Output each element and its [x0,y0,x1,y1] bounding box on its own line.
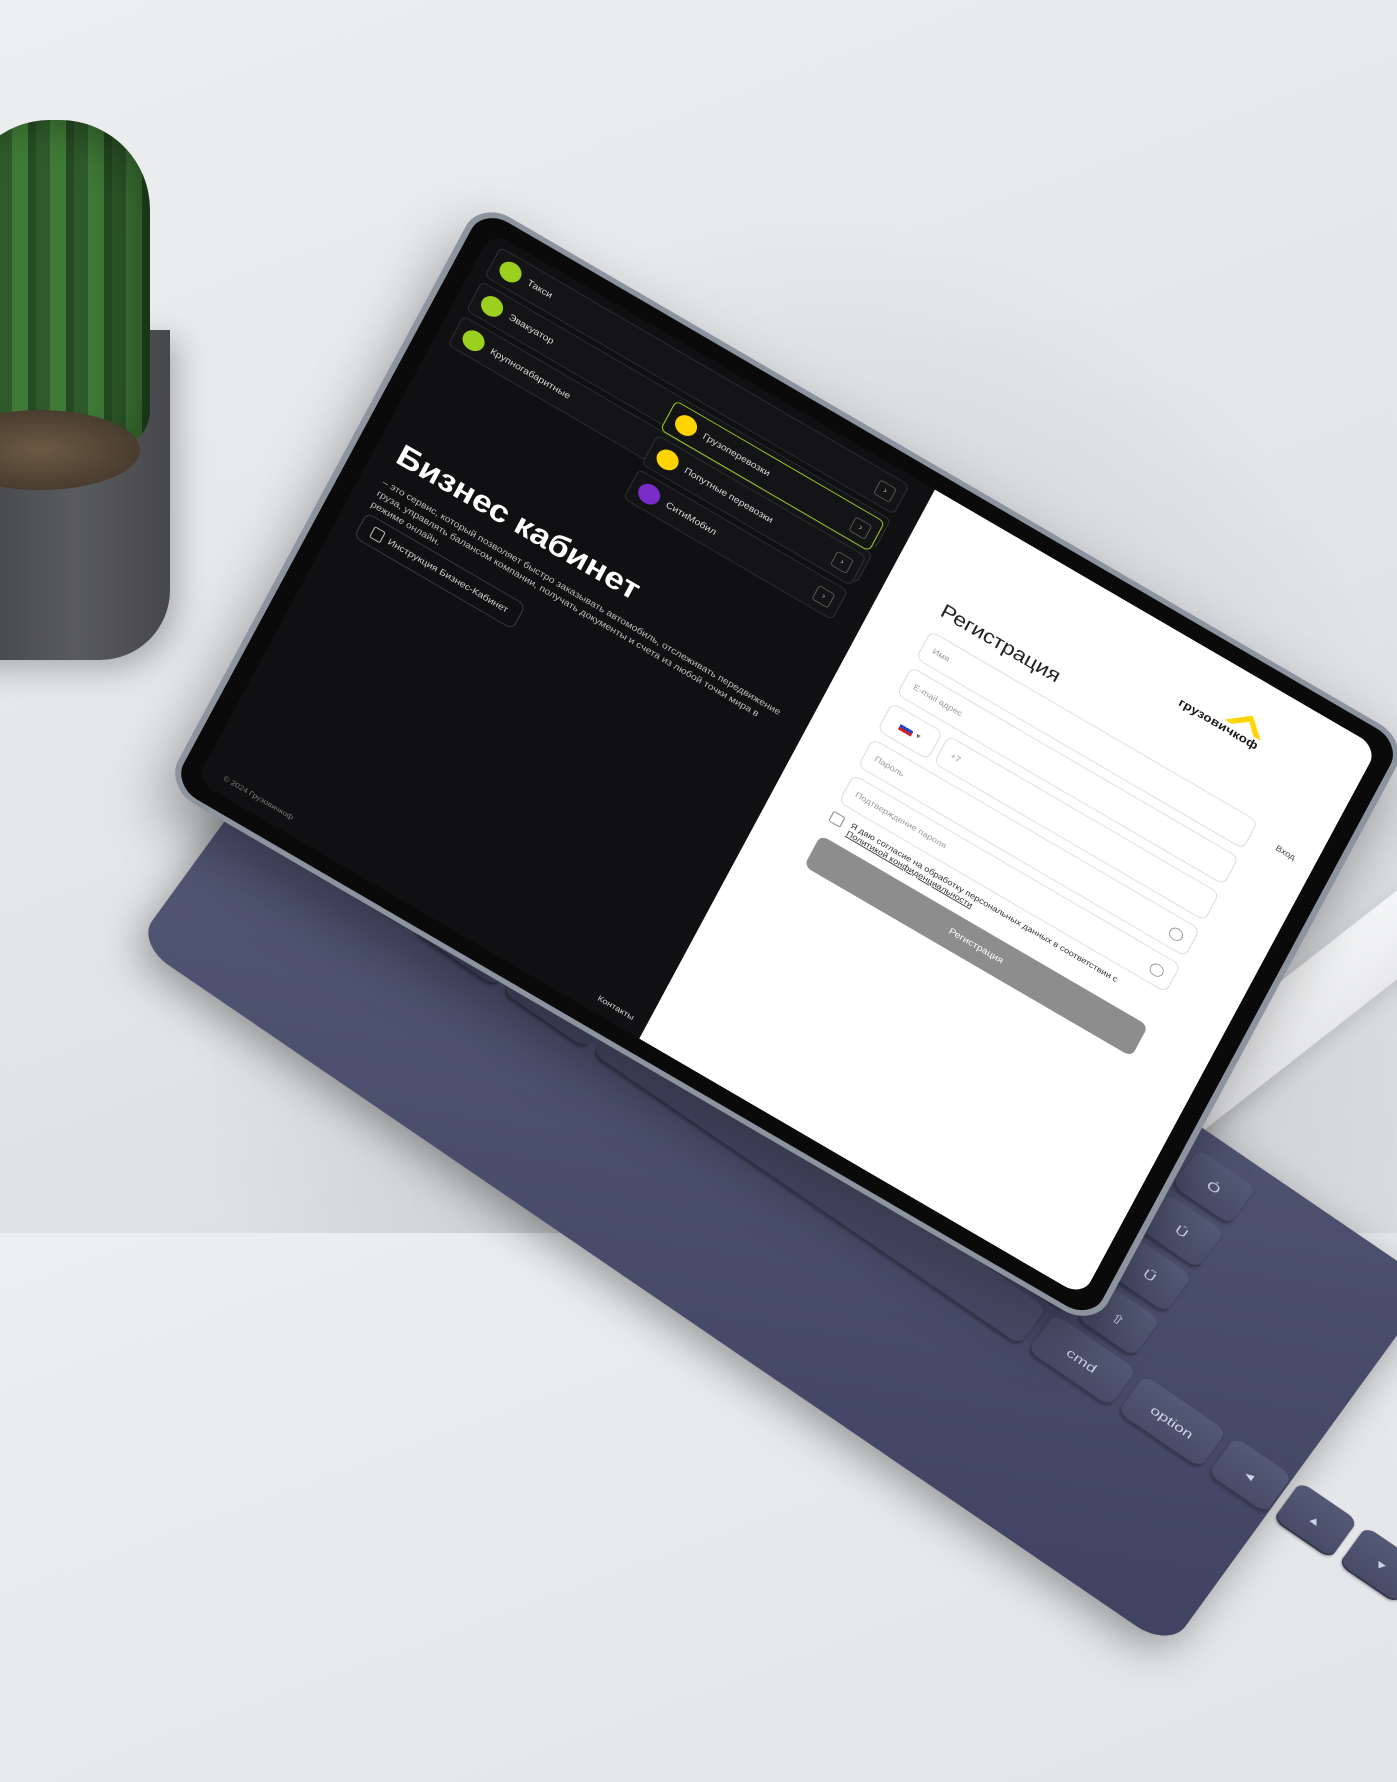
arrow-right-icon[interactable]: › [829,550,854,575]
cactus-plant [0,120,150,450]
brand-logo: грузовичкоф [1176,680,1269,753]
service-name: СитиМобил [664,499,718,538]
arrow-right-icon[interactable]: › [873,479,897,504]
consent-checkbox[interactable] [828,810,846,828]
service-avatar-icon [671,411,701,440]
service-name: Такси [525,277,555,301]
password-placeholder: Пароль [873,754,906,779]
service-avatar-icon [652,445,683,475]
document-icon [369,526,386,544]
logo-wordmark: грузовичкоф [1176,695,1261,753]
name-placeholder: Имя [931,646,952,664]
service-avatar-icon [458,326,489,356]
eye-icon[interactable] [1147,960,1166,980]
service-name: Эвакуатор [507,312,556,347]
phone-code: +7 [948,751,963,765]
service-avatar-icon [495,257,526,287]
arrow-right-icon[interactable]: › [811,584,836,609]
russia-flag-icon [897,721,915,737]
keyboard-key[interactable]: ▴ [1272,1481,1358,1560]
contacts-link[interactable]: Контакты [596,993,636,1021]
arrow-right-icon[interactable]: › [848,516,873,540]
service-avatar-icon [477,291,507,321]
login-link[interactable]: Вход [1274,843,1297,862]
keyboard-key[interactable]: ▾ [1338,1526,1397,1604]
eye-icon[interactable] [1166,925,1186,944]
email-placeholder: E-mail адрес [911,682,964,719]
service-avatar-icon [634,479,664,509]
copyright: © 2024 Грузовичкоф [221,774,295,822]
